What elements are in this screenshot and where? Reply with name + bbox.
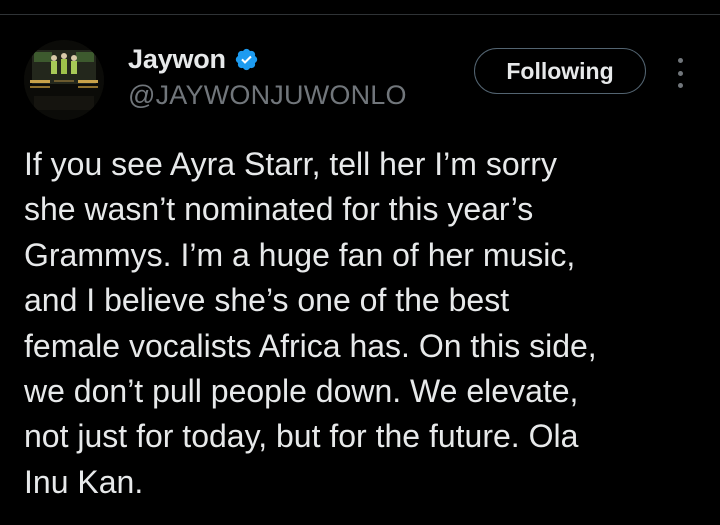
more-dot (677, 83, 683, 88)
tweet-line: Grammys. I’m a huge fan of her music, (24, 236, 576, 273)
avatar[interactable] (24, 40, 104, 120)
avatar-photo (24, 40, 104, 120)
author-display-name[interactable]: Jaywon (128, 44, 226, 75)
tweet-line: Inu Kan. (24, 463, 144, 500)
following-button[interactable]: Following (474, 48, 646, 94)
tweet-line: female vocalists Africa has. On this sid… (24, 327, 597, 364)
tweet-line: she wasn’t nominated for this year’s (24, 191, 534, 228)
verified-badge-icon (235, 48, 258, 71)
top-divider (0, 14, 720, 15)
more-dot (677, 70, 683, 76)
tweet-line: not just for today, but for the future. … (24, 418, 579, 455)
tweet-line: If you see Ayra Starr, tell her I’m sorr… (24, 146, 557, 182)
tweet-line: and I believe she’s one of the best (24, 282, 510, 319)
author-name-row: Jaywon (128, 44, 259, 75)
more-dot (677, 58, 683, 63)
tweet-line: we don’t pull people down. We elevate, (24, 373, 579, 410)
tweet-text: If you see Ayra Starr, tell her I’m sorr… (24, 142, 704, 505)
more-options-icon[interactable] (668, 58, 692, 88)
author-handle[interactable]: @JAYWONJUWONLO (128, 80, 407, 111)
